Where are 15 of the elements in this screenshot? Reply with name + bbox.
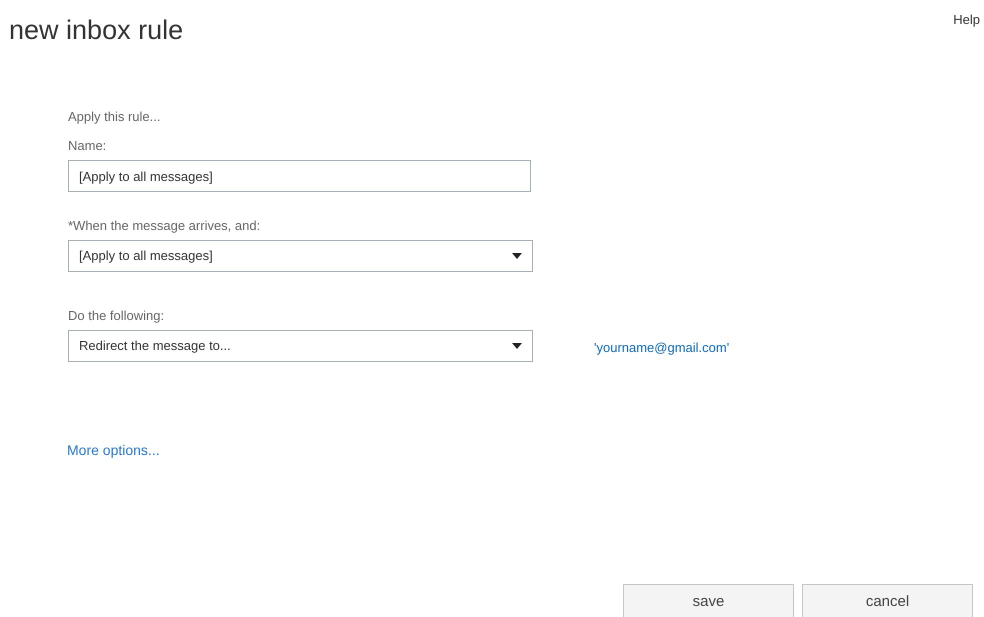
caret-icon [512,343,522,349]
cancel-button[interactable]: cancel [802,584,973,617]
help-link[interactable]: Help [953,10,980,30]
page-title: new inbox rule [9,14,184,47]
dropdown[interactable]: Redirect the message to... [68,330,533,362]
section-heading: Apply this rule... [68,108,162,126]
more-options-link[interactable]: More options... [67,440,160,461]
email-link[interactable]: 'yourname@gmail.com' [594,338,730,358]
save-button[interactable]: save [623,584,794,617]
field-label: Name: [68,138,108,154]
field-label: Do the following: [68,308,166,324]
name-field[interactable]: [Apply to all messages] [68,160,531,192]
field-label: *When the message arrives, and: [68,218,262,234]
caret-icon [512,253,522,259]
dropdown[interactable]: [Apply to all messages] [68,240,533,272]
